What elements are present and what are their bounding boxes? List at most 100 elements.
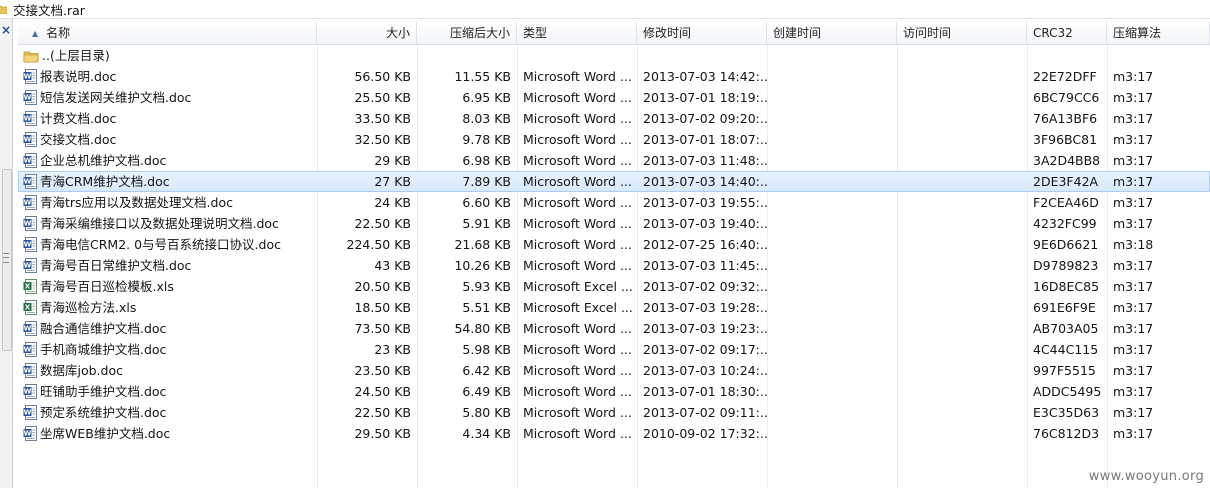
packed-size-cell: 5.91 KB (462, 216, 511, 231)
modified-cell: 2013-07-01 18:30:... (643, 384, 767, 399)
file-row[interactable]: W 手机商城维护文档.doc 23 KB 5.98 KB Microsoft Word … (18, 339, 1210, 360)
word-doc-icon: W (23, 153, 37, 168)
type-cell: Microsoft Word ... (523, 111, 632, 126)
accessed-cell (897, 150, 1027, 171)
word-doc-icon: W (23, 237, 37, 252)
column-header-method[interactable]: 压缩算法 (1107, 22, 1210, 44)
file-row[interactable]: X 青海号百日巡检模板.xls 20.50 KB 5.93 KB Microsoft E… (18, 276, 1210, 297)
packed-size-cell: 8.03 KB (462, 111, 511, 126)
accessed-cell (897, 423, 1027, 444)
file-row[interactable]: W 青海CRM维护文档.doc 27 KB 7.89 KB Microsoft Word… (18, 171, 1210, 192)
packed-size-cell: 11.55 KB (454, 69, 511, 84)
method-cell: m3:17 (1113, 384, 1154, 399)
method-cell: m3:17 (1113, 90, 1154, 105)
column-header-crc32[interactable]: CRC32 (1027, 22, 1107, 44)
accessed-cell (897, 360, 1027, 381)
method-cell: m3:17 (1113, 174, 1154, 189)
file-name: 交接文档.doc (40, 132, 117, 147)
name-cell: W 交接文档.doc (18, 129, 317, 150)
created-cell (767, 150, 897, 171)
file-row[interactable]: W 短信发送网关维护文档.doc 25.50 KB 6.95 KB Microsoft … (18, 87, 1210, 108)
method-cell: m3:17 (1113, 258, 1154, 273)
svg-text:X: X (25, 283, 31, 291)
modified-cell: 2013-07-02 09:17:... (643, 342, 767, 357)
created-cell (767, 213, 897, 234)
method-cell: m3:17 (1113, 132, 1154, 147)
file-row[interactable]: W 交接文档.doc 32.50 KB 9.78 KB Microsoft Word .… (18, 129, 1210, 150)
packed-size-cell: 54.80 KB (454, 321, 511, 336)
method-cell: m3:17 (1113, 321, 1154, 336)
modified-cell: 2013-07-01 18:07:... (643, 132, 767, 147)
created-cell (767, 360, 897, 381)
sort-ascending-icon: ▲ (32, 29, 39, 38)
column-header-name[interactable]: ▲ 名称 (18, 22, 317, 44)
method-cell: m3:17 (1113, 342, 1154, 357)
file-row[interactable]: W 融合通信维护文档.doc 73.50 KB 54.80 KB Microsoft W… (18, 318, 1210, 339)
size-cell: 29 KB (374, 153, 411, 168)
file-row[interactable]: W 坐席WEB维护文档.doc 29.50 KB 4.34 KB Microsoft W… (18, 423, 1210, 444)
method-cell: m3:17 (1113, 195, 1154, 210)
file-row[interactable]: X 青海巡检方法.xls 18.50 KB 5.51 KB Microsoft Exce… (18, 297, 1210, 318)
file-row[interactable]: W 青海trs应用以及数据处理文档.doc 24 KB 6.60 KB Microsof… (18, 192, 1210, 213)
accessed-cell (897, 318, 1027, 339)
packed-size-cell: 6.95 KB (462, 90, 511, 105)
size-cell: 32.50 KB (354, 132, 411, 147)
file-row[interactable]: W 旺铺助手维护文档.doc 24.50 KB 6.49 KB Microsoft Wo… (18, 381, 1210, 402)
method-cell: m3:17 (1113, 153, 1154, 168)
watermark: www.wooyun.org (1088, 469, 1204, 484)
column-header-packed-size[interactable]: 压缩后大小 (417, 22, 517, 44)
svg-text:W: W (24, 73, 32, 81)
modified-cell: 2013-07-03 19:55:... (643, 195, 767, 210)
svg-text:W: W (24, 325, 32, 333)
size-cell: 20.50 KB (354, 279, 411, 294)
excel-xls-icon: X (23, 279, 37, 294)
word-doc-icon: W (23, 342, 37, 357)
packed-size-cell: 9.78 KB (462, 132, 511, 147)
column-header-modified[interactable]: 修改时间 (637, 22, 767, 44)
parent-directory-label: ..(上层目录) (42, 48, 110, 63)
name-cell: W 青海CRM维护文档.doc (18, 171, 317, 192)
name-cell: W 青海采编维接口以及数据处理说明文档.doc (18, 213, 317, 234)
size-cell: 224.50 KB (346, 237, 411, 252)
packed-size-cell: 5.51 KB (462, 300, 511, 315)
left-pane-strip: × (0, 19, 13, 488)
type-cell: Microsoft Word ... (523, 237, 632, 252)
file-row[interactable]: W 企业总机维护文档.doc 29 KB 6.98 KB Microsoft Word … (18, 150, 1210, 171)
file-row[interactable]: W 青海电信CRM2. 0与号百系统接口协议.doc 224.50 KB 21.68 … (18, 234, 1210, 255)
svg-text:W: W (24, 388, 32, 396)
file-name: 旺铺助手维护文档.doc (40, 384, 167, 399)
method-cell: m3:17 (1113, 426, 1154, 441)
file-row[interactable]: W 青海号百日常维护文档.doc 43 KB 10.26 KB Microsoft Wo… (18, 255, 1210, 276)
accessed-cell (897, 402, 1027, 423)
file-name: 报表说明.doc (40, 69, 117, 84)
column-header-created[interactable]: 创建时间 (767, 22, 897, 44)
excel-xls-icon: X (23, 300, 37, 315)
close-icon[interactable]: × (0, 23, 12, 37)
file-row[interactable]: W 报表说明.doc 56.50 KB 11.55 KB Microsoft Word … (18, 66, 1210, 87)
file-row[interactable]: W 青海采编维接口以及数据处理说明文档.doc 22.50 KB 5.91 KB Mic… (18, 213, 1210, 234)
word-doc-icon: W (23, 195, 37, 210)
parent-directory-row[interactable]: ..(上层目录) (18, 45, 1210, 66)
crc32-cell: 997F5515 (1033, 363, 1096, 378)
column-header-accessed[interactable]: 访问时间 (897, 22, 1027, 44)
column-header-type[interactable]: 类型 (517, 22, 637, 44)
modified-cell: 2013-07-03 11:48:... (643, 153, 767, 168)
method-cell: m3:17 (1113, 363, 1154, 378)
file-row[interactable]: W 预定系统维护文档.doc 22.50 KB 5.80 KB Microsoft Wo… (18, 402, 1210, 423)
crc32-cell: 3A2D4BB8 (1033, 153, 1101, 168)
column-header-size[interactable]: 大小 (317, 22, 417, 44)
crc32-cell: 22E72DFF (1033, 69, 1097, 84)
modified-cell: 2013-07-03 19:28:... (643, 300, 767, 315)
modified-cell: 2013-07-03 10:24:... (643, 363, 767, 378)
modified-cell: 2013-07-02 09:32:... (643, 279, 767, 294)
svg-text:W: W (24, 367, 32, 375)
file-name: 预定系统维护文档.doc (40, 405, 167, 420)
packed-size-cell: 6.42 KB (462, 363, 511, 378)
file-row[interactable]: W 数据库job.doc 23.50 KB 6.42 KB Microsoft Word… (18, 360, 1210, 381)
accessed-cell (897, 66, 1027, 87)
name-cell: W 青海电信CRM2. 0与号百系统接口协议.doc (18, 234, 317, 255)
created-cell (767, 192, 897, 213)
crc32-cell: 3F96BC81 (1033, 132, 1098, 147)
file-row[interactable]: W 计费文档.doc 33.50 KB 8.03 KB Microsoft Word .… (18, 108, 1210, 129)
type-cell: Microsoft Word ... (523, 174, 632, 189)
